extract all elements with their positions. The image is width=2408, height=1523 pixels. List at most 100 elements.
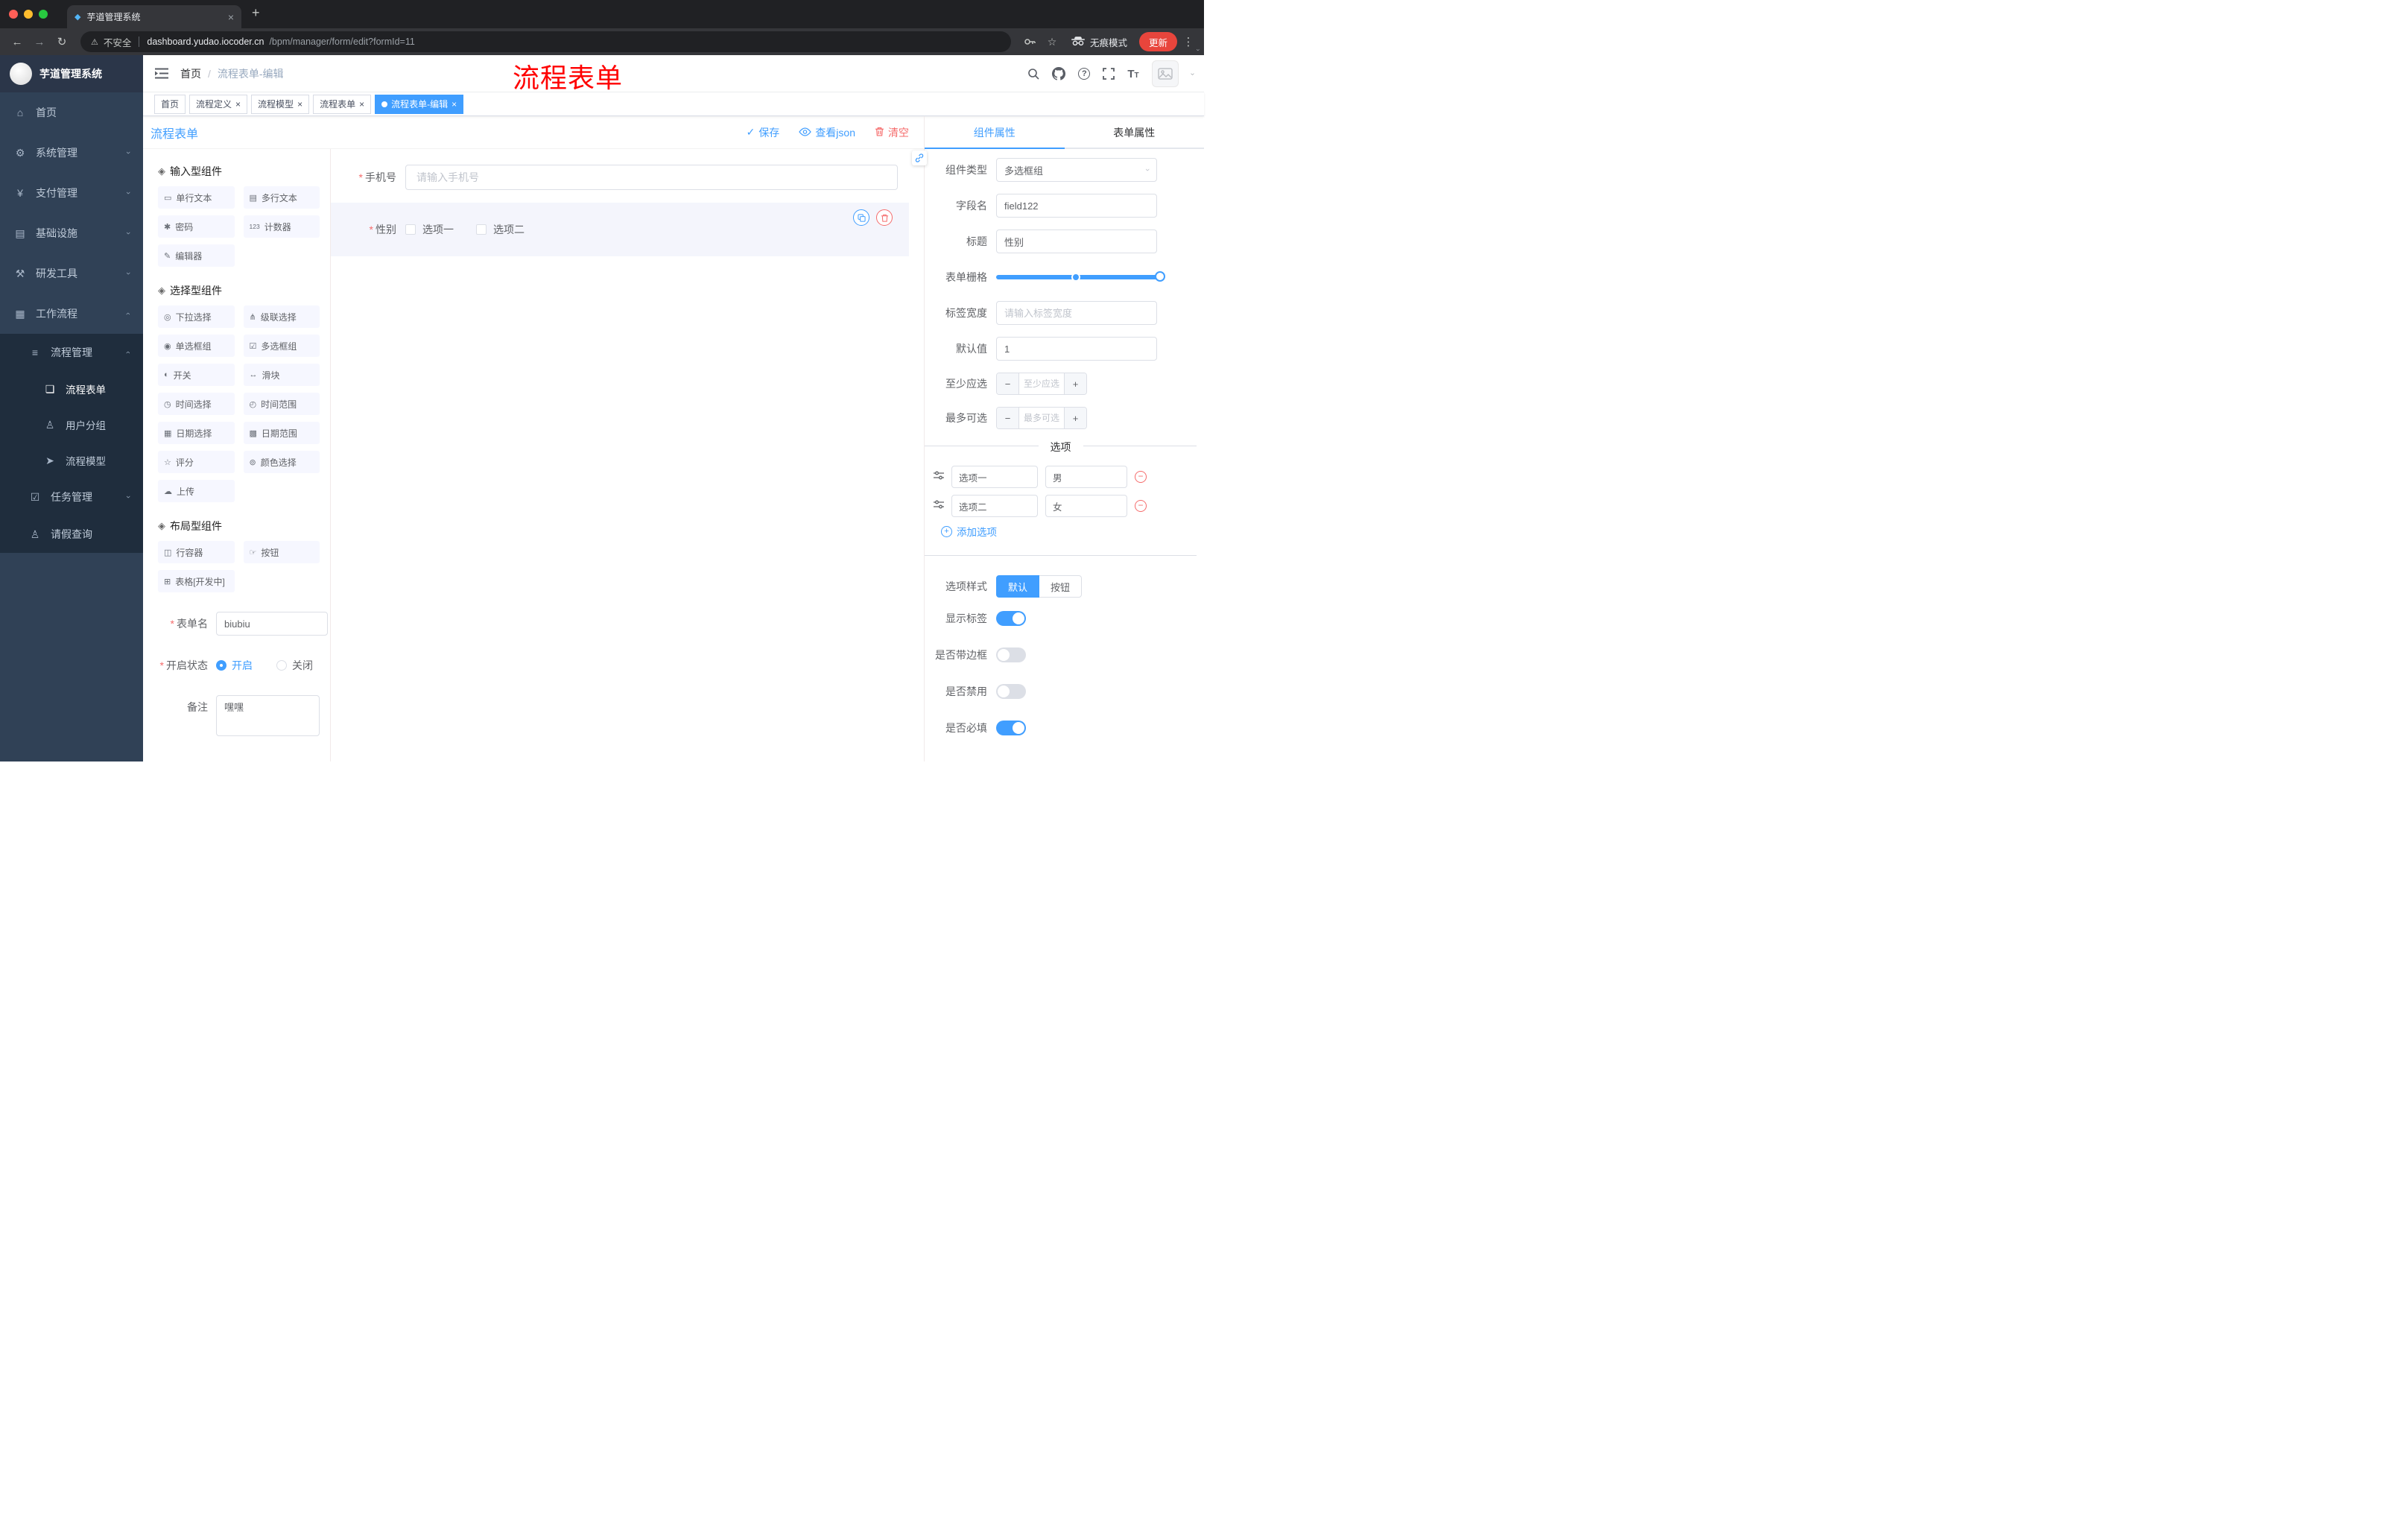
palette-item-rate[interactable]: ☆ 评分	[158, 451, 235, 473]
tag-process-definition[interactable]: 流程定义 ×	[189, 94, 248, 114]
add-option-button[interactable]: + 添加选项	[925, 524, 1204, 539]
remove-option-icon[interactable]: −	[1135, 500, 1147, 512]
sidebar-toggle-icon[interactable]	[155, 68, 168, 79]
style-default-button[interactable]: 默认	[996, 575, 1040, 598]
tag-close-icon[interactable]: ×	[297, 99, 302, 110]
search-icon[interactable]	[1027, 68, 1039, 80]
fullscreen-icon[interactable]	[1103, 68, 1115, 80]
chevron-down-icon[interactable]: ›	[1188, 72, 1197, 75]
increase-button[interactable]: +	[1064, 408, 1086, 428]
font-size-icon[interactable]: TT	[1127, 68, 1138, 80]
show-label-toggle[interactable]	[996, 611, 1026, 626]
gender-option1-checkbox[interactable]: 选项一	[405, 222, 454, 237]
style-button-button[interactable]: 按钮	[1039, 575, 1083, 598]
new-tab-button[interactable]: +	[252, 5, 260, 21]
palette-item-checkbox-group[interactable]: ☑ 多选框组	[243, 335, 320, 357]
palette-item-counter[interactable]: 123 计数器	[243, 215, 320, 238]
drag-handle-icon[interactable]	[934, 499, 944, 513]
window-minimize-button[interactable]	[24, 10, 33, 19]
bookmark-star-icon[interactable]: ☆	[1042, 36, 1062, 48]
palette-item-editor[interactable]: ✎ 编辑器	[158, 244, 235, 267]
option2-value-input[interactable]	[1045, 495, 1127, 517]
github-icon[interactable]	[1052, 67, 1066, 80]
address-bar[interactable]: ⚠ 不安全 dashboard.yudao.iocoder.cn/bpm/man…	[80, 31, 1011, 52]
max-select-input[interactable]	[1019, 408, 1064, 428]
copy-component-button[interactable]	[853, 209, 869, 226]
tag-close-icon[interactable]: ×	[452, 99, 457, 110]
form-name-input[interactable]	[216, 612, 328, 636]
field-name-input[interactable]	[996, 194, 1157, 218]
canvas-item-gender[interactable]: * 性别 选项一 选项二	[331, 203, 909, 256]
sidebar-item-process-model[interactable]: ➤ 流程模型	[0, 443, 143, 478]
palette-item-color-picker[interactable]: ⊚ 颜色选择	[243, 451, 320, 473]
avatar[interactable]	[1151, 60, 1179, 87]
title-input[interactable]	[996, 229, 1157, 253]
status-off-radio[interactable]: 关闭	[276, 658, 313, 673]
sidebar-item-leave-query[interactable]: ♙ 请假查询	[0, 516, 143, 553]
sidebar-item-process-management[interactable]: ≡ 流程管理 ›	[0, 334, 143, 371]
palette-item-time-range[interactable]: ◴ 时间范围	[243, 393, 320, 415]
palette-item-upload[interactable]: ☁ 上传	[158, 480, 235, 502]
decrease-button[interactable]: −	[997, 373, 1019, 394]
gender-option2-checkbox[interactable]: 选项二	[476, 222, 525, 237]
option2-name-input[interactable]	[951, 495, 1038, 517]
sidebar-item-system[interactable]: ⚙ 系统管理 ›	[0, 133, 143, 173]
tag-close-icon[interactable]: ×	[359, 99, 364, 110]
sidebar-item-payment[interactable]: ¥ 支付管理 ›	[0, 173, 143, 213]
delete-component-button[interactable]	[876, 209, 893, 226]
remark-textarea[interactable]: 嘿嘿	[216, 695, 320, 736]
sidebar-item-process-form[interactable]: ❏ 流程表单	[0, 371, 143, 407]
component-type-select[interactable]: 多选框组 ›	[996, 158, 1157, 182]
tag-home[interactable]: 首页	[154, 94, 186, 114]
browser-update-button[interactable]: 更新	[1138, 32, 1177, 51]
palette-item-date-range[interactable]: ▩ 日期范围	[243, 422, 320, 444]
default-value-input[interactable]	[996, 337, 1157, 361]
min-select-input[interactable]	[1019, 373, 1064, 394]
link-icon[interactable]	[912, 151, 927, 165]
decrease-button[interactable]: −	[997, 408, 1019, 428]
option1-name-input[interactable]	[951, 466, 1038, 488]
window-close-button[interactable]	[9, 10, 18, 19]
palette-item-multi-line-text[interactable]: ▤ 多行文本	[243, 186, 320, 209]
sidebar-item-dev-tools[interactable]: ⚒ 研发工具 ›	[0, 253, 143, 294]
password-key-icon[interactable]	[1020, 36, 1039, 48]
clear-button[interactable]: 清空	[875, 125, 909, 140]
form-grid-slider[interactable]	[996, 265, 1165, 289]
slider-handle[interactable]	[1155, 271, 1165, 282]
window-zoom-button[interactable]	[39, 10, 48, 19]
required-toggle[interactable]	[996, 721, 1026, 735]
canvas-item-phone[interactable]: * 手机号	[331, 156, 909, 198]
drag-handle-icon[interactable]	[934, 470, 944, 484]
tab-component-props[interactable]: 组件属性	[925, 116, 1065, 149]
browser-tab[interactable]: ◆ 芋道管理系统 ×	[67, 5, 241, 28]
disabled-toggle[interactable]	[996, 684, 1026, 699]
label-width-input[interactable]	[996, 301, 1157, 325]
status-on-radio[interactable]: 开启	[216, 658, 253, 673]
tag-close-icon[interactable]: ×	[235, 99, 241, 110]
palette-item-switch[interactable]: ◐ 开关	[158, 364, 235, 386]
sidebar-item-infrastructure[interactable]: ▤ 基础设施 ›	[0, 213, 143, 253]
tab-close-icon[interactable]: ×	[228, 11, 234, 23]
palette-item-time-picker[interactable]: ◷ 时间选择	[158, 393, 235, 415]
back-icon[interactable]: ←	[7, 36, 27, 48]
sidebar-item-user-groups[interactable]: ♙ 用户分组	[0, 407, 143, 443]
tag-process-model[interactable]: 流程模型 ×	[251, 94, 310, 114]
palette-item-single-line-text[interactable]: ▭ 单行文本	[158, 186, 235, 209]
palette-item-cascader[interactable]: ⋔ 级联选择	[243, 305, 320, 328]
tag-process-form-edit[interactable]: 流程表单-编辑 ×	[375, 94, 464, 114]
increase-button[interactable]: +	[1064, 373, 1086, 394]
palette-item-slider[interactable]: ↔ 滑块	[243, 364, 320, 386]
browser-menu-icon[interactable]: ⋮	[1180, 35, 1197, 48]
reload-icon[interactable]: ↻	[52, 35, 72, 48]
border-toggle[interactable]	[996, 647, 1026, 662]
palette-item-button[interactable]: ☞ 按钮	[243, 541, 320, 563]
tab-form-props[interactable]: 表单属性	[1065, 116, 1205, 149]
save-button[interactable]: ✓ 保存	[747, 125, 780, 140]
view-json-button[interactable]: 查看json	[799, 125, 855, 140]
remove-option-icon[interactable]: −	[1135, 471, 1147, 483]
palette-item-date-picker[interactable]: ▦ 日期选择	[158, 422, 235, 444]
forward-icon[interactable]: →	[30, 36, 49, 48]
palette-item-select[interactable]: ◎ 下拉选择	[158, 305, 235, 328]
palette-item-table[interactable]: ⊞ 表格[开发中]	[158, 570, 235, 592]
palette-item-radio-group[interactable]: ◉ 单选框组	[158, 335, 235, 357]
